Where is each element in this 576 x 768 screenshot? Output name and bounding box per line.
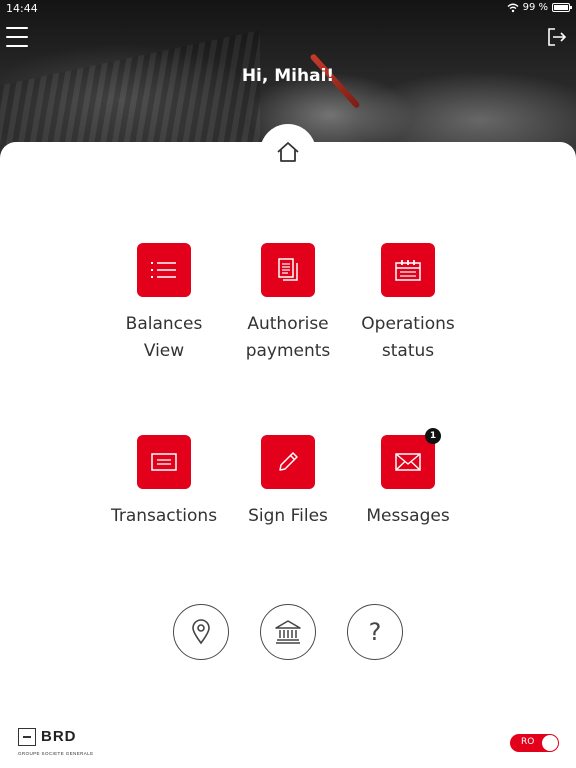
- tile-messages[interactable]: 1 Messages: [348, 428, 468, 530]
- bank-info-button[interactable]: [260, 604, 316, 660]
- language-toggle[interactable]: RO: [510, 734, 559, 752]
- bank-icon: [275, 620, 301, 644]
- tile-icon-box: [381, 243, 435, 297]
- language-label: RO: [521, 737, 535, 747]
- tile-label-line: Balances: [125, 314, 203, 334]
- battery-percent: 99 %: [522, 2, 548, 13]
- tile-icon-box: [261, 435, 315, 489]
- brd-logo-subtitle: GROUPE SOCIETE GENERALE: [18, 751, 94, 756]
- tile-label-line: Operations: [361, 314, 455, 334]
- tile-icon-box: [137, 243, 191, 297]
- tile-authorise-payments[interactable]: Authorise payments: [228, 243, 348, 365]
- tile-label: Sign Files: [228, 503, 348, 530]
- card-icon: [151, 453, 177, 471]
- tile-icon-box: 1: [381, 428, 441, 489]
- tile-operations-status[interactable]: Operations status: [348, 243, 468, 365]
- calendar-icon: [395, 260, 421, 281]
- tile-label-line: Sign Files: [248, 506, 328, 526]
- tile-icon-box: [261, 243, 315, 297]
- document-stack-icon: [278, 258, 298, 281]
- location-pin-icon: [192, 619, 210, 645]
- tile-transactions[interactable]: Transactions: [104, 435, 224, 530]
- tile-label-line: Authorise: [247, 314, 329, 334]
- home-button[interactable]: [260, 124, 316, 180]
- menu-line: [6, 36, 28, 38]
- status-time: 14:44: [6, 2, 38, 15]
- brd-logo-mark: [18, 728, 36, 746]
- logout-icon: [548, 28, 567, 46]
- home-icon: [277, 142, 299, 162]
- envelope-icon: [395, 453, 421, 471]
- pencil-icon: [279, 452, 298, 471]
- tile-label-line: View: [143, 341, 185, 361]
- tile-label-line: Transactions: [110, 506, 218, 526]
- brd-logo: BRD GROUPE SOCIETE GENERALE: [18, 728, 108, 760]
- tile-label-line: payments: [245, 341, 331, 361]
- tile-label: Balances View: [104, 311, 224, 365]
- question-icon: ?: [368, 618, 382, 646]
- toggle-knob: [542, 735, 558, 751]
- menu-line: [6, 27, 28, 29]
- tile-sign-files[interactable]: Sign Files: [228, 435, 348, 530]
- branch-locator-button[interactable]: [173, 604, 229, 660]
- greeting-text: Hi, Mihai!: [241, 66, 335, 86]
- tile-label: Operations status: [348, 311, 468, 365]
- brd-logo-name: BRD: [41, 728, 77, 745]
- help-button[interactable]: ?: [347, 604, 403, 660]
- tile-label: Authorise payments: [228, 311, 348, 365]
- tile-icon-box: [137, 435, 191, 489]
- menu-line: [6, 45, 28, 47]
- tile-balances-view[interactable]: Balances View: [104, 243, 224, 365]
- status-indicators: 99 %: [507, 2, 572, 13]
- tile-label-line: Messages: [366, 506, 450, 526]
- battery-icon: [552, 3, 572, 12]
- list-icon: [151, 262, 176, 278]
- tile-label-line: status: [381, 341, 435, 361]
- tile-label: Messages: [348, 503, 468, 530]
- unread-badge: 1: [425, 428, 441, 444]
- tile-label: Transactions: [104, 503, 224, 530]
- wifi-icon: [507, 3, 519, 12]
- logout-button[interactable]: [546, 27, 568, 47]
- menu-button[interactable]: [6, 27, 28, 47]
